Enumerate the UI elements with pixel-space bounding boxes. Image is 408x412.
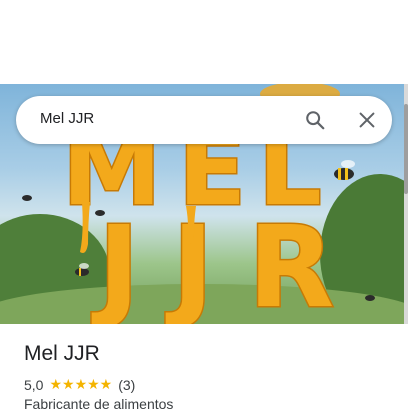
- place-title: Mel JJR: [24, 342, 100, 365]
- bee: [334, 160, 355, 180]
- top-whitespace: [0, 0, 408, 84]
- rating-row: 5,0 ★★★★★ (3): [24, 376, 135, 393]
- search-icon[interactable]: [304, 109, 326, 131]
- search-bar[interactable]: Mel JJR: [16, 96, 392, 144]
- bee: [365, 295, 375, 301]
- rating-value: 5,0: [24, 376, 44, 393]
- star-rating-icon: ★★★★★: [49, 376, 113, 392]
- svg-text:J: J: [91, 203, 140, 324]
- bee: [95, 210, 105, 216]
- scrollbar-thumb[interactable]: [404, 104, 408, 194]
- svg-text:R: R: [248, 203, 334, 324]
- review-count-link[interactable]: (3): [118, 377, 135, 393]
- search-input[interactable]: Mel JJR: [40, 110, 94, 127]
- place-category: Fabricante de alimentos: [24, 396, 174, 412]
- bee: [22, 195, 32, 201]
- scrollbar[interactable]: [404, 84, 408, 324]
- close-icon[interactable]: [356, 109, 378, 131]
